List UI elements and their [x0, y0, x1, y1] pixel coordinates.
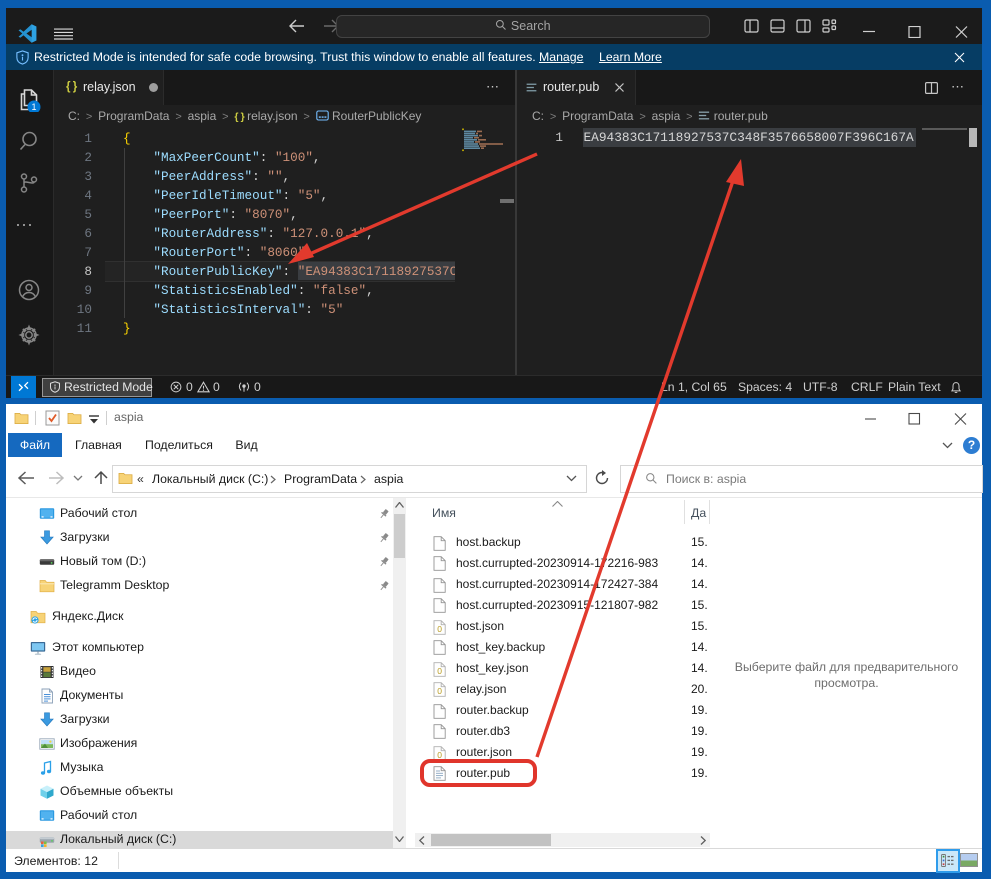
- svg-text:0: 0: [437, 750, 442, 760]
- svg-text:0: 0: [437, 666, 442, 676]
- svg-text:0: 0: [437, 686, 442, 696]
- svg-text:1: 1: [31, 102, 36, 112]
- svg-text:0: 0: [437, 624, 442, 634]
